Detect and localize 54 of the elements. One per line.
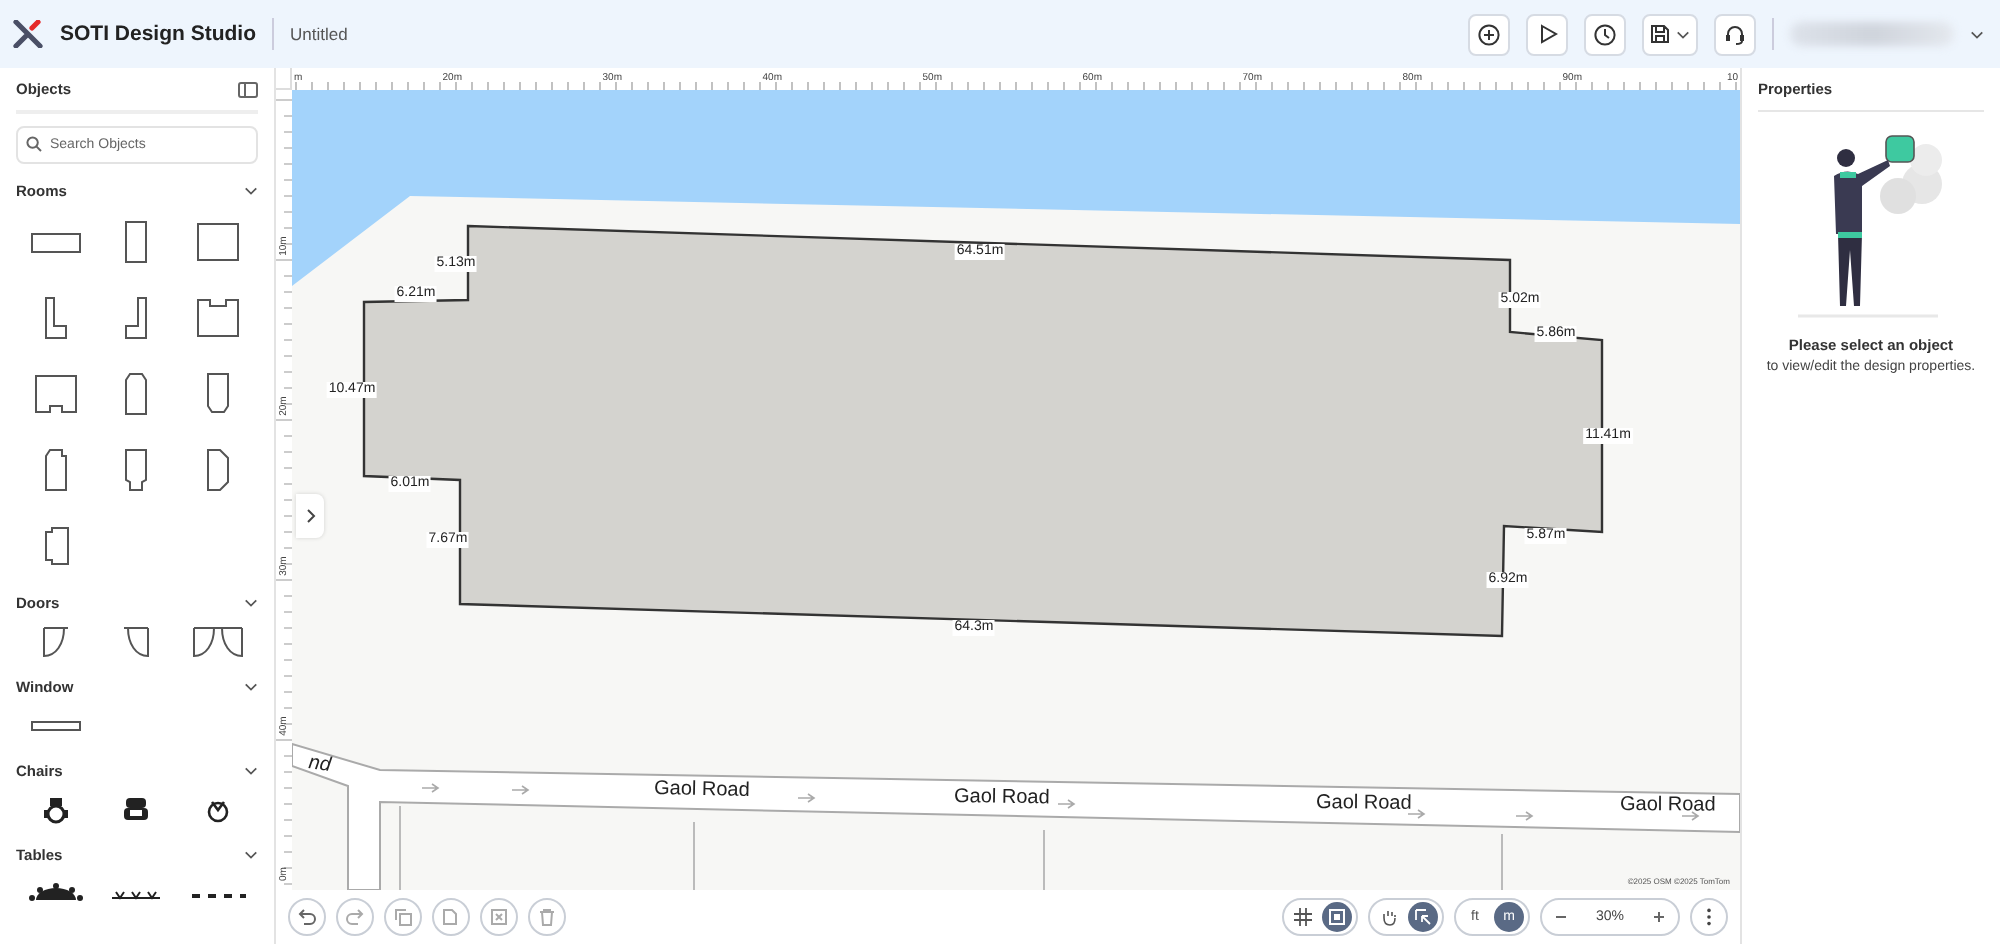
minus-icon: [1553, 910, 1568, 924]
chevron-icon[interactable]: [1970, 29, 1984, 39]
snap-toggle[interactable]: [1321, 902, 1352, 932]
grid-icon: [1293, 908, 1312, 926]
clock-icon: [1594, 23, 1616, 45]
chevron-icon[interactable]: [244, 598, 258, 608]
add-button[interactable]: [1468, 13, 1510, 55]
chair-icon: [42, 796, 71, 824]
support-button[interactable]: [1714, 13, 1756, 55]
street-label: Gaol Road: [1315, 792, 1412, 815]
cursor-icon: [1413, 908, 1432, 926]
chevron-right-icon: [305, 508, 315, 524]
chevron-icon[interactable]: [1676, 29, 1690, 39]
street-label: nd: [307, 752, 333, 778]
plus-circle-icon: [1478, 23, 1500, 45]
plus-icon: [1652, 910, 1666, 924]
sidebar-toggle-icon[interactable]: [238, 81, 258, 97]
street-label: Gaol Road: [653, 778, 750, 802]
table-with-chairs-icon: [28, 882, 85, 906]
hand-icon: [1379, 908, 1398, 926]
chevron-icon[interactable]: [244, 682, 258, 692]
frame-icon: [490, 908, 508, 926]
room-notched-icon: [30, 370, 83, 418]
window-icon: [30, 720, 83, 732]
snap-icon: [1327, 908, 1346, 926]
save-icon: [1650, 24, 1670, 44]
street-label: Gaol Road: [1619, 794, 1716, 817]
expand-panel-button[interactable]: [296, 494, 324, 538]
undo-icon: [298, 908, 316, 926]
chevron-icon[interactable]: [244, 186, 258, 196]
paste-icon: [442, 908, 460, 926]
more-vertical-icon: [1706, 908, 1712, 926]
armchair-icon: [122, 796, 151, 824]
chevron-icon[interactable]: [244, 850, 258, 860]
redo-icon: [346, 908, 364, 926]
logo-icon: [12, 20, 44, 48]
search-icon: [26, 136, 42, 152]
undo-button[interactable]: [288, 898, 326, 936]
chevron-icon[interactable]: [244, 766, 258, 776]
copy-icon: [394, 908, 412, 926]
play-button[interactable]: [1526, 13, 1568, 55]
select-toggle[interactable]: [1407, 902, 1438, 932]
swivel-chair-icon: [203, 796, 232, 824]
street-label: Gaol Road: [953, 786, 1050, 810]
play-icon: [1537, 24, 1557, 44]
room-notched-icon: [191, 294, 244, 342]
more-button[interactable]: [1690, 898, 1728, 936]
headset-icon: [1724, 23, 1746, 45]
save-button[interactable]: [1642, 13, 1698, 55]
trash-icon: [538, 908, 556, 926]
document-title[interactable]: Untitled: [290, 24, 348, 44]
app-name: SOTI Design Studio: [60, 22, 257, 46]
room-square-icon: [191, 218, 244, 266]
history-button[interactable]: [1584, 13, 1626, 55]
